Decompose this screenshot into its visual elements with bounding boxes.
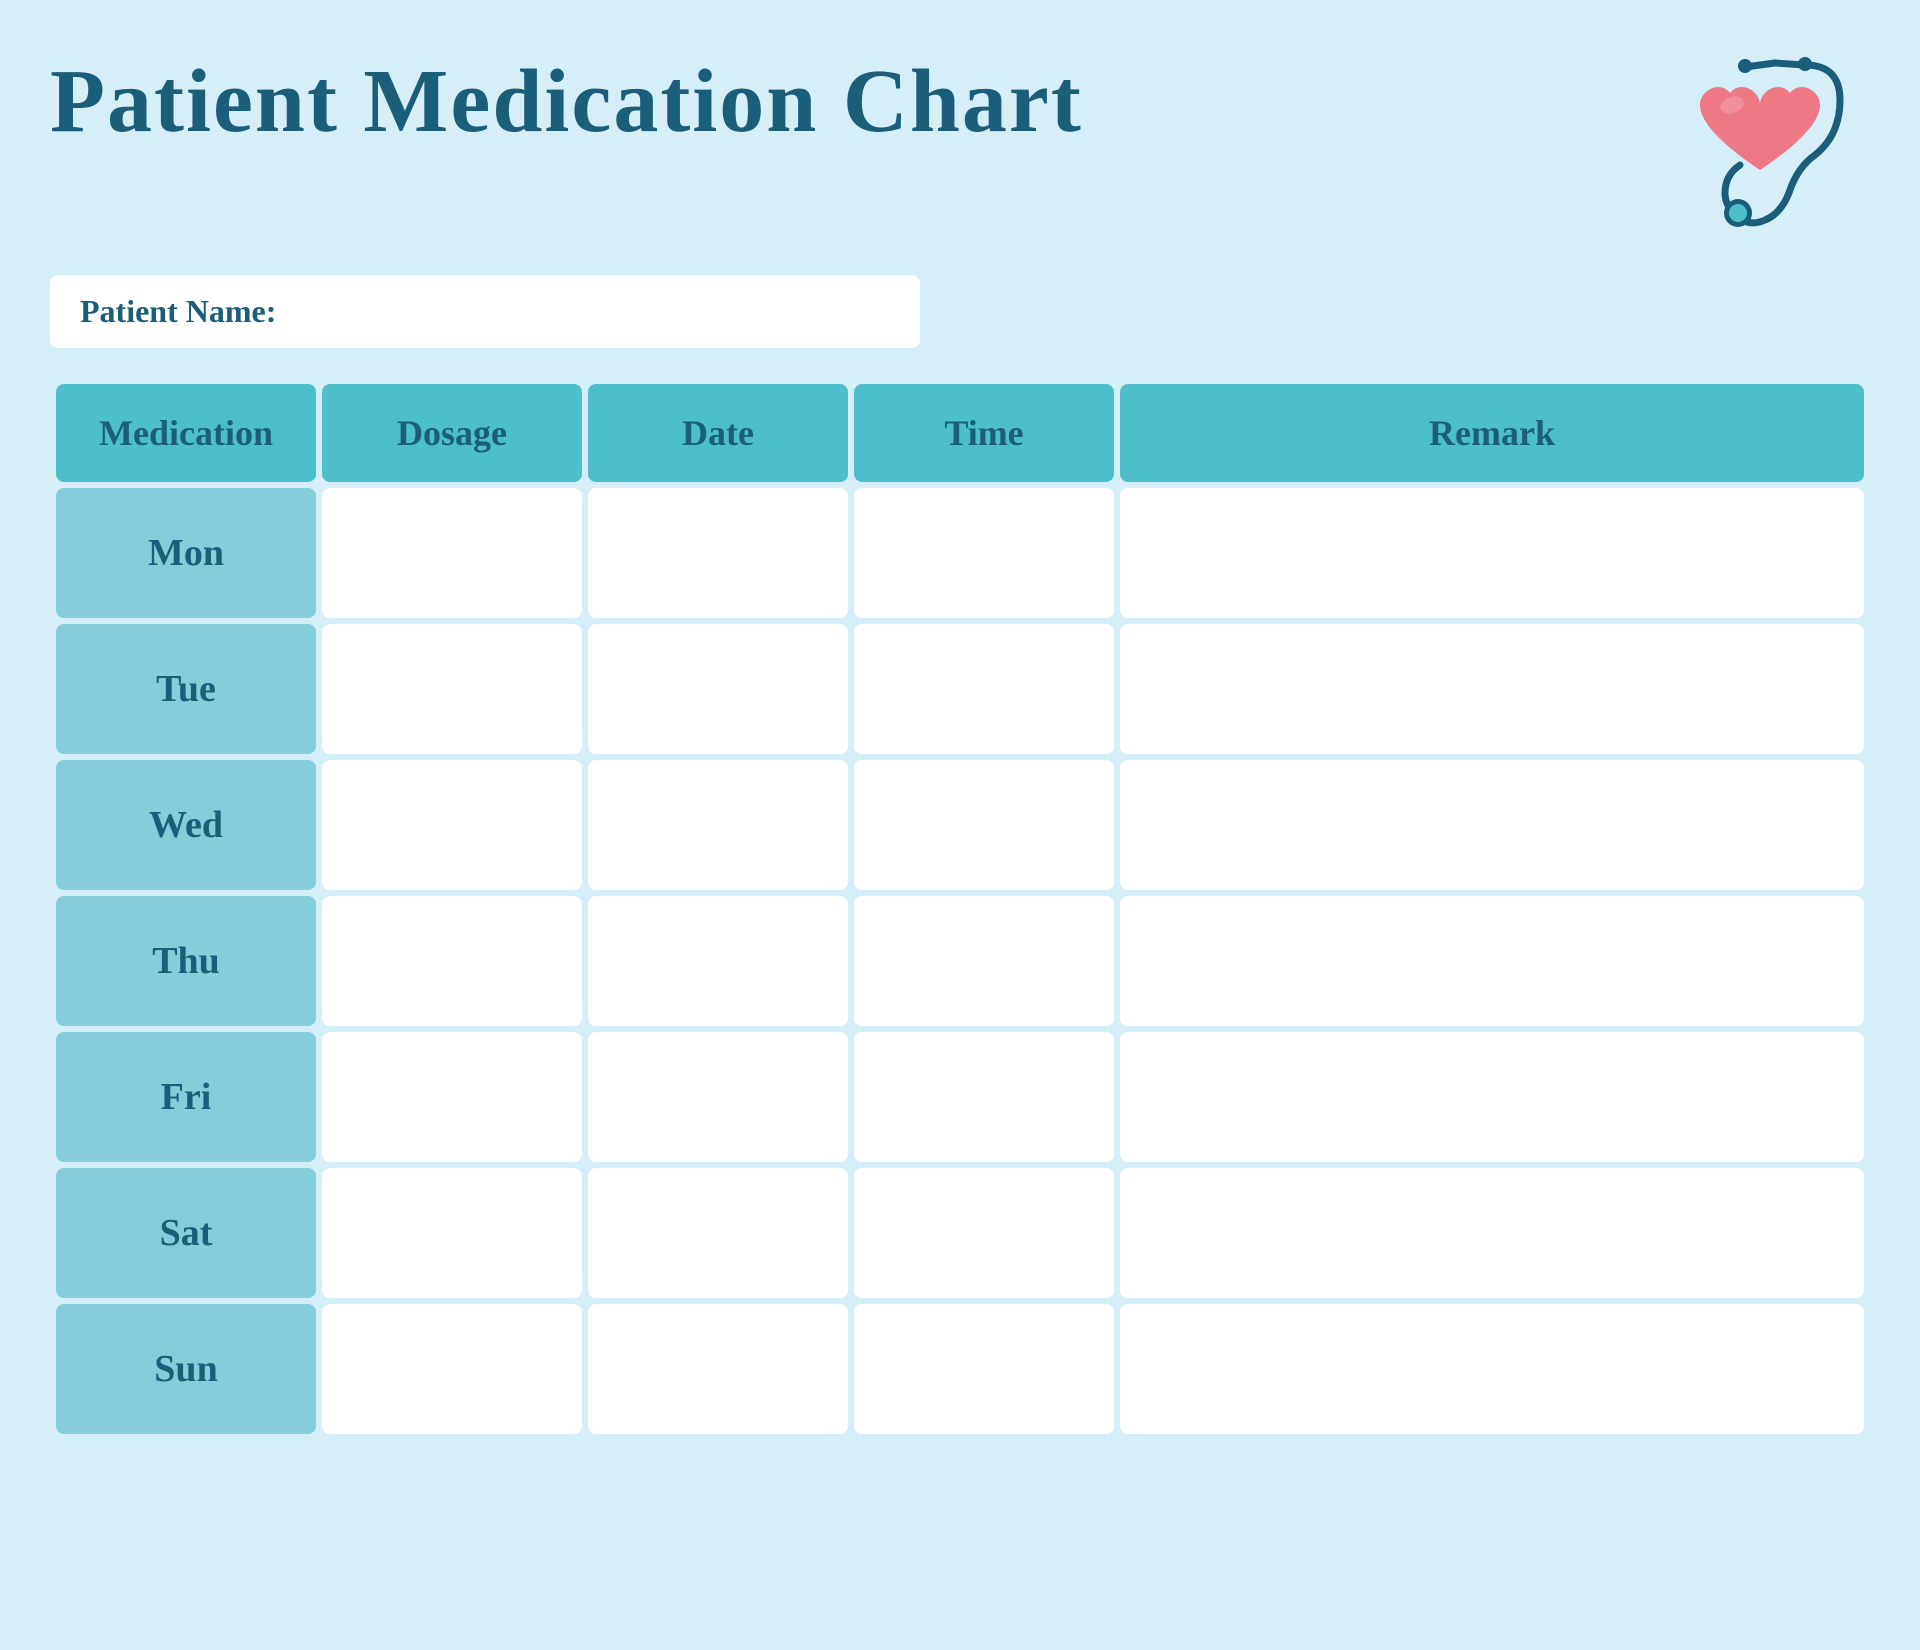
data-cell-mon-0 (322, 488, 582, 618)
data-cell-fri-3 (1120, 1032, 1864, 1162)
page-container: Patient Medication Chart Patient Name: (50, 40, 1870, 1610)
day-cell-wed: Wed (56, 760, 316, 890)
table-row: Wed (56, 760, 1864, 890)
table-row: Thu (56, 896, 1864, 1026)
data-cell-thu-3 (1120, 896, 1864, 1026)
patient-name-label: Patient Name: (80, 293, 276, 329)
data-cell-tue-0 (322, 624, 582, 754)
data-cell-fri-2 (854, 1032, 1114, 1162)
table-row: Tue (56, 624, 1864, 754)
heart-stethoscope-illustration (1650, 45, 1870, 245)
data-cell-mon-3 (1120, 488, 1864, 618)
data-cell-sun-1 (588, 1304, 848, 1434)
data-cell-sat-1 (588, 1168, 848, 1298)
table-row: Sun (56, 1304, 1864, 1434)
data-cell-mon-1 (588, 488, 848, 618)
day-cell-sat: Sat (56, 1168, 316, 1298)
data-cell-sun-2 (854, 1304, 1114, 1434)
data-cell-thu-0 (322, 896, 582, 1026)
data-cell-fri-1 (588, 1032, 848, 1162)
col-header-dosage: Dosage (322, 384, 582, 482)
col-header-medication: Medication (56, 384, 316, 482)
data-cell-thu-1 (588, 896, 848, 1026)
data-cell-wed-3 (1120, 760, 1864, 890)
data-cell-sat-3 (1120, 1168, 1864, 1298)
data-cell-fri-0 (322, 1032, 582, 1162)
data-cell-tue-3 (1120, 624, 1864, 754)
page-title: Patient Medication Chart (50, 40, 1083, 153)
day-cell-tue: Tue (56, 624, 316, 754)
day-cell-sun: Sun (56, 1304, 316, 1434)
day-cell-mon: Mon (56, 488, 316, 618)
day-cell-fri: Fri (56, 1032, 316, 1162)
data-cell-sat-0 (322, 1168, 582, 1298)
col-header-time: Time (854, 384, 1114, 482)
medication-table: Medication Dosage Date Time Remark MonTu… (50, 378, 1870, 1440)
data-cell-mon-2 (854, 488, 1114, 618)
data-cell-sun-3 (1120, 1304, 1864, 1434)
data-cell-sat-2 (854, 1168, 1114, 1298)
col-header-date: Date (588, 384, 848, 482)
patient-name-bar: Patient Name: (50, 275, 920, 348)
header: Patient Medication Chart (50, 40, 1870, 245)
table-row: Mon (56, 488, 1864, 618)
table-row: Sat (56, 1168, 1864, 1298)
data-cell-wed-1 (588, 760, 848, 890)
data-cell-thu-2 (854, 896, 1114, 1026)
data-cell-wed-2 (854, 760, 1114, 890)
table-header-row: Medication Dosage Date Time Remark (56, 384, 1864, 482)
data-cell-tue-1 (588, 624, 848, 754)
data-cell-tue-2 (854, 624, 1114, 754)
data-cell-wed-0 (322, 760, 582, 890)
day-cell-thu: Thu (56, 896, 316, 1026)
data-cell-sun-0 (322, 1304, 582, 1434)
table-row: Fri (56, 1032, 1864, 1162)
col-header-remark: Remark (1120, 384, 1864, 482)
